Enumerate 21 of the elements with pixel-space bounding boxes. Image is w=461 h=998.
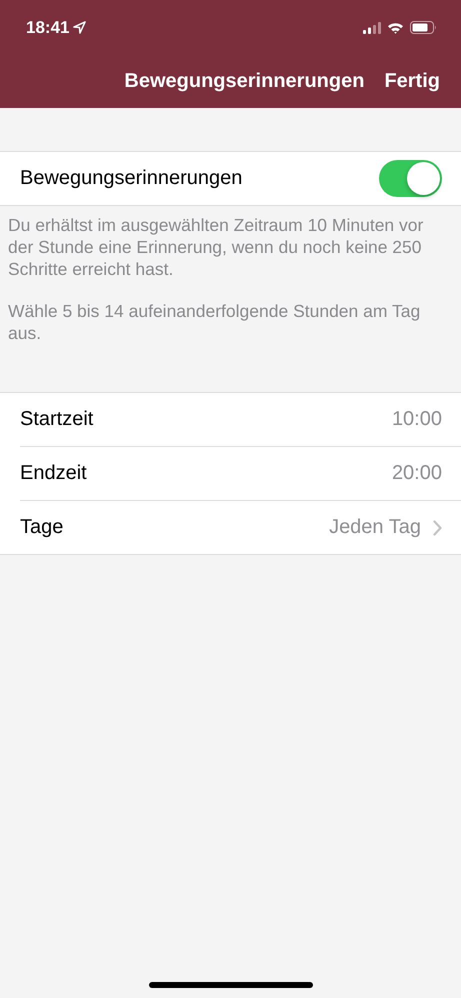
chevron-right-icon bbox=[433, 520, 442, 536]
battery-icon bbox=[410, 21, 437, 34]
setting-value: Jeden Tag bbox=[329, 516, 421, 539]
setting-label: Endzeit bbox=[20, 462, 87, 485]
wifi-icon bbox=[387, 22, 404, 34]
navigation-title: Bewegungserinnerungen bbox=[124, 70, 364, 93]
setting-value: 20:00 bbox=[392, 462, 442, 485]
status-time: 18:41 bbox=[26, 18, 70, 38]
setting-row[interactable]: Endzeit 20:00 bbox=[20, 446, 461, 500]
setting-row[interactable]: Startzeit 10:00 bbox=[0, 393, 461, 446]
setting-row[interactable]: Tage Jeden Tag bbox=[20, 500, 461, 554]
footer-note: Wähle 5 bis 14 aufeinanderfolgende Stunden am Tag aus. bbox=[8, 300, 422, 344]
location-arrow-icon bbox=[73, 21, 86, 34]
setting-label: Startzeit bbox=[20, 408, 94, 431]
done-button[interactable]: Fertig bbox=[384, 70, 440, 93]
setting-label: Tage bbox=[20, 516, 64, 539]
signal-icon bbox=[363, 22, 381, 34]
toggle-switch[interactable] bbox=[379, 160, 442, 197]
setting-label: Bewegungserinnerungen bbox=[20, 167, 242, 190]
footer-note: Du erhältst im ausgewählten Zeitraum 10 Minuten vor der Stunde eine Erinnerung, wenn du noch keine 250 Schritte erreicht hast. bbox=[8, 214, 424, 280]
setting-value: 10:00 bbox=[392, 408, 442, 431]
